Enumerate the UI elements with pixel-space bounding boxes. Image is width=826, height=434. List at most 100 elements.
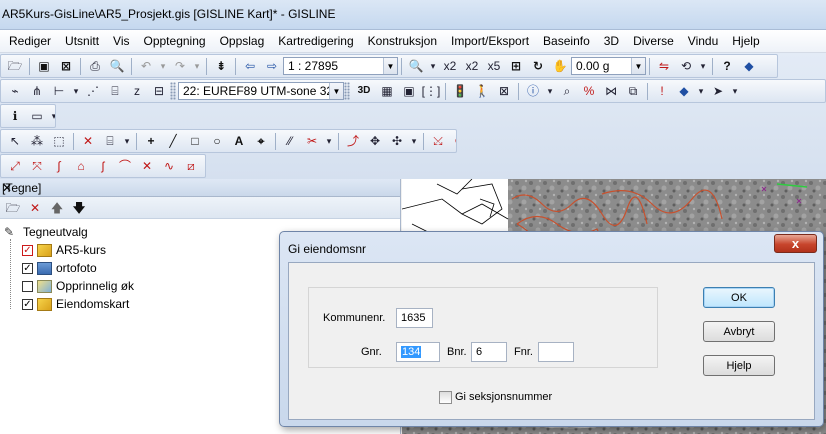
menu-oppslag[interactable]: Oppslag: [213, 31, 272, 52]
menu-diverse[interactable]: Diverse: [626, 31, 681, 52]
menu-konstruksjon[interactable]: Konstruksjon: [361, 31, 444, 52]
line-icon[interactable]: ╱: [164, 132, 182, 150]
line-tool-icon[interactable]: ⊢: [50, 82, 68, 100]
layer-checkbox[interactable]: [22, 280, 33, 292]
text-icon[interactable]: A: [230, 132, 248, 150]
object-icon[interactable]: ⌸: [106, 82, 124, 100]
kommunenr-field[interactable]: 1635: [396, 308, 433, 328]
cancel-button[interactable]: Avbryt: [703, 321, 775, 342]
select-pointer-icon[interactable]: ↖: [6, 132, 24, 150]
zoom-x2-out-icon[interactable]: x2: [463, 57, 481, 75]
vertex-delete-icon[interactable]: ✣: [388, 132, 406, 150]
menu-opptegning[interactable]: Opptegning: [137, 31, 213, 52]
3d-view-button[interactable]: 3D: [354, 82, 374, 100]
property-search-icon[interactable]: %: [580, 82, 598, 100]
extend-line-icon[interactable]: ∫: [50, 157, 68, 175]
menu-utsnitt[interactable]: Utsnitt: [58, 31, 106, 52]
layer-checkbox[interactable]: ✓: [22, 298, 33, 310]
move-down-icon[interactable]: 🡇: [70, 199, 88, 217]
close-file-icon[interactable]: ⊠: [57, 57, 75, 75]
select-group-icon[interactable]: ⁂: [28, 132, 46, 150]
redo-icon[interactable]: ↷: [171, 57, 189, 75]
save-icon[interactable]: ▣: [35, 57, 53, 75]
height-icon[interactable]: z: [128, 82, 146, 100]
point-icon[interactable]: +: [142, 132, 160, 150]
fnr-field[interactable]: [538, 342, 574, 362]
join-lines-icon[interactable]: ⤧: [28, 157, 46, 175]
select-rectangle-icon[interactable]: ⬚: [50, 132, 68, 150]
frame-view-icon[interactable]: ▣: [400, 82, 418, 100]
edit-tool-icon[interactable]: ⌁: [6, 82, 24, 100]
vertex-move-icon[interactable]: ✥: [366, 132, 384, 150]
draw-curve-icon[interactable]: ⟲: [677, 57, 695, 75]
scale-select[interactable]: 1 : 27895 ▼: [283, 57, 398, 75]
info-box-icon[interactable]: ℹ: [6, 107, 24, 125]
circle-icon[interactable]: ○: [208, 132, 226, 150]
help-icon[interactable]: ?: [718, 57, 736, 75]
walk-icon[interactable]: 🚶: [473, 82, 491, 100]
zoom-x5-icon[interactable]: x5: [485, 57, 503, 75]
book-icon[interactable]: ◆: [740, 57, 758, 75]
dialog-close-button[interactable]: x: [774, 234, 817, 253]
gnr-field[interactable]: 134: [396, 342, 440, 362]
coordinate-system-select[interactable]: 22: EUREF89 UTM-sone 32 ▼: [178, 82, 344, 100]
vertex-add-icon[interactable]: ⤴: [344, 132, 362, 150]
attribute-icon[interactable]: ⊟: [150, 82, 168, 100]
toolbar-grip[interactable]: [344, 82, 350, 100]
info-dropdown-icon[interactable]: ▾: [545, 82, 555, 100]
split-line-icon[interactable]: ⤢: [6, 157, 24, 175]
seksjon-checkbox[interactable]: [439, 391, 452, 404]
print-icon[interactable]: ⎙: [86, 57, 104, 75]
info-icon[interactable]: ⓘ: [524, 82, 542, 100]
print-preview-icon[interactable]: 🔍: [108, 57, 126, 75]
connect-icon[interactable]: ⧉: [624, 82, 642, 100]
toolbar-grip[interactable]: [170, 82, 176, 100]
remove-layer-icon[interactable]: ✕: [26, 199, 44, 217]
menu-3d[interactable]: 3D: [597, 31, 626, 52]
draw-curve-dropdown-icon[interactable]: ▾: [698, 57, 708, 75]
pan-hand-icon[interactable]: ✋: [551, 57, 569, 75]
arc-icon[interactable]: ⌒: [116, 157, 134, 175]
next-view-icon[interactable]: ⇨: [263, 57, 281, 75]
draw-arc-icon[interactable]: ⁄⁄: [281, 132, 299, 150]
redraw-icon[interactable]: ↻: [529, 57, 547, 75]
properties-dropdown-icon[interactable]: ▾: [122, 132, 132, 150]
rectangle-icon[interactable]: □: [186, 132, 204, 150]
grid-view-icon[interactable]: ▦: [378, 82, 396, 100]
open-layer-icon[interactable]: 🗁: [4, 199, 22, 217]
menu-vis[interactable]: Vis: [106, 31, 136, 52]
zoom-icon[interactable]: 🔍: [407, 57, 425, 75]
move-up-icon[interactable]: 🡅: [48, 199, 66, 217]
bracket-view-icon[interactable]: [⋮]: [422, 82, 441, 100]
help-button[interactable]: Hjelp: [703, 355, 775, 376]
measure-icon[interactable]: ⇋: [655, 57, 673, 75]
close-icon[interactable]: ✕: [2, 181, 392, 195]
area-icon[interactable]: ⌂: [72, 157, 90, 175]
search-object-icon[interactable]: ⌕: [558, 82, 576, 100]
ruler-dropdown-icon[interactable]: ▾: [49, 107, 55, 125]
flag-dropdown-icon[interactable]: ▾: [696, 82, 706, 100]
menu-import-eksport[interactable]: Import/Eksport: [444, 31, 536, 52]
angle-input[interactable]: 0.00 g ▼: [571, 57, 646, 75]
info-alert-icon[interactable]: !: [653, 82, 671, 100]
cut-line-dropdown-icon[interactable]: ▾: [324, 132, 334, 150]
node-tool-icon[interactable]: ⋔: [28, 82, 46, 100]
bnr-field[interactable]: 6: [471, 342, 507, 362]
rotate-icon[interactable]: ⟳: [451, 132, 456, 150]
network-icon[interactable]: ⋈: [602, 82, 620, 100]
ok-button[interactable]: OK: [703, 287, 775, 308]
redo-dropdown-icon[interactable]: ▾: [192, 57, 202, 75]
edit-toolbar-dropdown-icon[interactable]: ▾: [203, 157, 205, 175]
smooth-line-icon[interactable]: ∿: [160, 157, 178, 175]
zoom-x2-icon[interactable]: x2: [441, 57, 459, 75]
layer-order-icon[interactable]: ⇟: [212, 57, 230, 75]
pointer-dropdown-icon[interactable]: ▾: [730, 82, 740, 100]
open-project-icon[interactable]: 🗁: [6, 57, 24, 75]
layer-checkbox[interactable]: ✓: [22, 262, 33, 274]
traffic-light-icon[interactable]: 🚦: [451, 82, 469, 100]
offset-line-icon[interactable]: ⧄: [182, 157, 200, 175]
flag-icon[interactable]: ◆: [675, 82, 693, 100]
ruler-icon[interactable]: ▭: [28, 107, 46, 125]
cut-line-icon[interactable]: ✂: [303, 132, 321, 150]
pointer-icon[interactable]: ➤: [709, 82, 727, 100]
